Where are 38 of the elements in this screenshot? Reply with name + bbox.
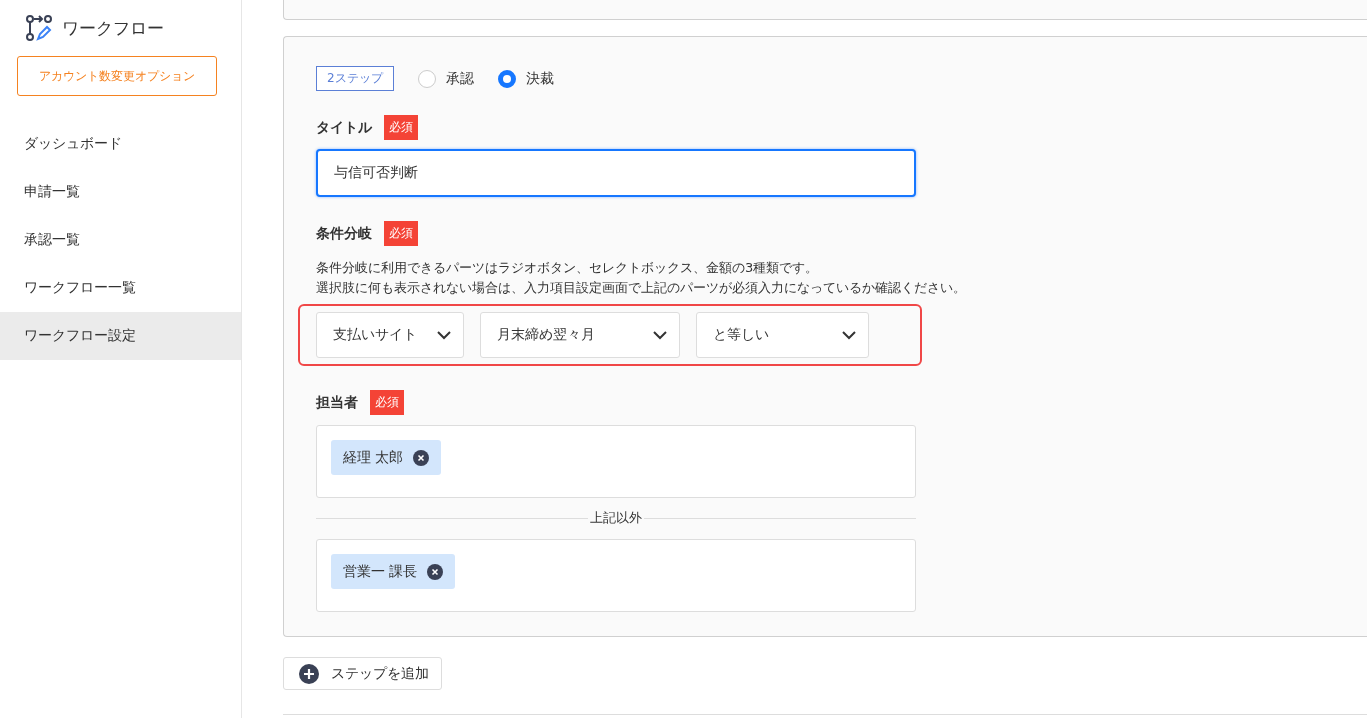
radio-label: 承認 — [445, 69, 474, 88]
required-badge: 必須 — [370, 390, 404, 415]
sidebar-item[interactable]: ワークフロー設定 — [0, 312, 241, 360]
plus-icon — [299, 663, 319, 684]
sidebar-item[interactable]: ワークフロー一覧 — [0, 264, 241, 312]
assignee-field[interactable]: 営業一 課長 — [316, 539, 916, 612]
required-badge: 必須 — [384, 115, 418, 140]
select-value: 月末締め翌々月 — [497, 326, 595, 344]
select-value: と等しい — [713, 326, 769, 344]
close-icon[interactable] — [413, 449, 430, 466]
select-box[interactable]: 支払いサイト — [316, 312, 464, 358]
title-input-field[interactable]: 与信可否判断 — [316, 149, 916, 197]
radio-label: 決裁 — [525, 69, 554, 88]
select-box[interactable]: 月末締め翌々月 — [480, 312, 680, 358]
field-label: タイトル — [316, 118, 372, 137]
select-value: 支払いサイト — [333, 326, 417, 344]
sidebar-item[interactable]: ダッシュボード — [0, 120, 241, 168]
chevron-down-icon — [437, 330, 451, 340]
tag-label: 営業一 課長 — [343, 562, 418, 581]
divider-label: 上記以外 — [588, 509, 644, 527]
sidebar-item[interactable]: 承認一覧 — [0, 216, 241, 264]
chevron-down-icon — [842, 330, 856, 340]
assignee-field[interactable]: 経理 太郎 — [316, 425, 916, 498]
step-badge: 2ステップ — [316, 66, 394, 91]
add-step-button[interactable]: ステップを追加 — [283, 657, 442, 690]
radio-button[interactable] — [497, 69, 516, 88]
app-title: ワークフロー — [62, 16, 164, 40]
field-label: 条件分岐 — [316, 224, 372, 243]
help-text: 条件分岐に利用できるパーツはラジオボタン、セレクトボックス、金額の3種類です。 選択肢に何も表示されない場合は、入力項目設定画面で上記のパーツが必須入力になっているか確認ください。 — [316, 259, 967, 297]
chevron-down-icon — [653, 330, 667, 340]
close-icon[interactable] — [427, 563, 444, 580]
field-label: 担当者 — [316, 393, 358, 412]
tag-label: 経理 太郎 — [343, 448, 404, 467]
select-box[interactable]: と等しい — [696, 312, 869, 358]
radio-button[interactable] — [417, 69, 436, 88]
required-badge: 必須 — [384, 221, 418, 246]
sidebar-item[interactable]: 申請一覧 — [0, 168, 241, 216]
workflow-icon — [26, 15, 52, 41]
